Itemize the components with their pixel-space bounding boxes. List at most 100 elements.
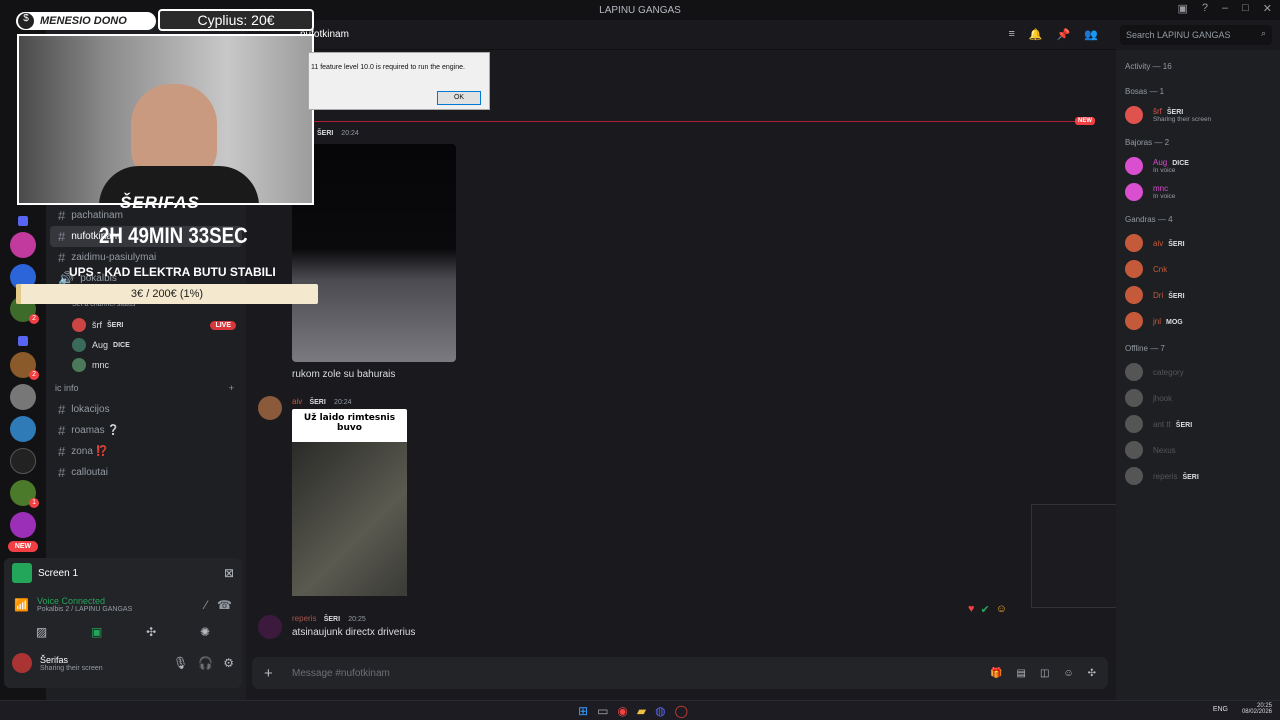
disconnect-icon[interactable]: ☎ [217, 598, 232, 612]
voice-user[interactable]: Aug DICE [46, 335, 246, 355]
member-row[interactable]: Aug DICE In voice [1116, 153, 1276, 179]
channel-header: nufotkinam [246, 20, 1116, 50]
mic-icon[interactable]: 🎙 [173, 656, 188, 670]
check-icon[interactable]: ✔ [981, 603, 990, 616]
settings-gear-icon[interactable]: ⚙ [223, 656, 234, 670]
dialog-ok-button[interactable]: OK [437, 91, 481, 105]
avatar [72, 358, 86, 372]
user-info[interactable]: Šerifas Sharing their screen 🎙 🎧 ⚙ [4, 639, 242, 673]
channel-roamas[interactable]: # roamas ❔ [50, 420, 242, 441]
engine-error-dialog: 11 feature level 10.0 is required to run… [308, 52, 490, 110]
member-name: Nexus [1153, 445, 1176, 455]
noise-suppression-icon[interactable]: ⁄ [205, 598, 207, 612]
explorer-icon[interactable]: ▰ [637, 704, 646, 718]
server-icon[interactable]: 1 [10, 480, 39, 508]
member-status: In voice [1153, 167, 1176, 174]
stop-share-icon[interactable]: ⊠ [224, 566, 234, 580]
activity-header[interactable]: Activity — 16 [1116, 50, 1280, 77]
member-row[interactable]: reperis ŠERI [1116, 463, 1276, 489]
server-icon[interactable] [10, 384, 36, 410]
server-icon[interactable] [10, 448, 36, 474]
member-status: In voice [1153, 193, 1176, 200]
screen-share-row[interactable]: Screen 1 ⊠ [4, 558, 242, 588]
channel-zona[interactable]: # zona ⁉️ [50, 441, 242, 462]
screen-icon [12, 563, 32, 583]
sticker-icon[interactable]: ◫ [1040, 668, 1049, 679]
camera-off-icon[interactable]: ▨ [36, 625, 47, 639]
member-row[interactable]: Cnk [1116, 256, 1276, 282]
help-icon[interactable]: ? [1202, 2, 1208, 15]
category-ic-info[interactable]: ic info + [46, 375, 246, 399]
pin-icon[interactable]: 📌 [1057, 28, 1071, 41]
channel-calloutai[interactable]: # calloutai [50, 462, 242, 483]
members-icon[interactable]: 👥 [1084, 28, 1098, 41]
minimize-icon[interactable]: – [1222, 2, 1228, 15]
activities-icon[interactable]: ✣ [146, 625, 156, 639]
member-group-title: Gandras — 4 [1125, 215, 1173, 224]
avatar [1125, 312, 1143, 330]
member-name: jhook [1153, 393, 1173, 403]
server-icon[interactable] [10, 512, 36, 538]
night-snow-photo[interactable] [292, 144, 456, 362]
discord-icon[interactable]: ◍ [655, 704, 665, 718]
close-icon[interactable]: ✕ [1263, 2, 1272, 15]
avatar [1125, 415, 1143, 433]
member-list: Activity — 16 Bosas — 1 šrf ŠERI Sharing the… [1116, 50, 1280, 700]
folder-icon[interactable] [18, 216, 28, 226]
live-badge: LIVE [210, 320, 236, 330]
meme-photo [292, 442, 407, 596]
goal-title: UPS - KAD ELEKTRA BUTU STABILI [69, 265, 276, 279]
gift-icon[interactable]: 🎁 [990, 668, 1002, 679]
bell-icon[interactable]: 🔔 [1029, 28, 1043, 41]
meme-image[interactable]: Už laido rimtesnis buvo [292, 409, 407, 596]
voice-user[interactable]: mnc [46, 355, 246, 375]
task-view-icon[interactable]: ▭ [597, 704, 608, 718]
chrome-icon[interactable]: ◉ [617, 704, 627, 718]
member-row[interactable]: Dri ŠERI [1116, 282, 1276, 308]
emoji-icon[interactable]: ☺ [1063, 668, 1073, 679]
avatar[interactable] [258, 615, 282, 639]
voice-controls: ▨ ▣ ✣ ✺ [4, 613, 242, 639]
member-row[interactable]: jnl MOG [1116, 308, 1276, 334]
soundboard-icon[interactable]: ✺ [200, 625, 210, 639]
avatar [1125, 260, 1143, 278]
avatar [72, 338, 86, 352]
server-icon[interactable]: 2 [10, 352, 39, 380]
voice-connection: 📶 Voice Connected Pokalbis 2 / LAPINU GA… [14, 596, 232, 613]
voice-user[interactable]: šrf ŠERI LIVE [46, 315, 246, 335]
folder-icon[interactable] [18, 336, 28, 346]
heart-icon[interactable]: ♥ [968, 603, 975, 616]
member-row[interactable]: Nexus [1116, 437, 1276, 463]
maximize-icon[interactable]: □ [1242, 2, 1249, 15]
member-name: Cnk [1153, 264, 1168, 274]
member-row[interactable]: category [1116, 359, 1276, 385]
attach-plus-icon[interactable]: + [264, 665, 273, 682]
member-row[interactable]: aiv ŠERI [1116, 230, 1276, 256]
search-input[interactable]: Search LAPINU GANGAS ⌕ [1120, 25, 1272, 45]
avatar[interactable] [258, 396, 282, 420]
member-row[interactable]: šrf ŠERI Sharing their screen [1116, 102, 1276, 128]
add-channel-icon[interactable]: + [229, 383, 234, 393]
message-input[interactable]: + Message #nufotkinam 🎁 ▤ ◫ ☺ ✣ [252, 657, 1108, 689]
channel-lokacijos[interactable]: # lokacijos [50, 399, 242, 420]
keyboard-language[interactable]: ENG [1213, 706, 1228, 713]
avatar [1125, 106, 1143, 124]
laugh-icon[interactable]: ☺ [996, 603, 1007, 616]
member-row[interactable]: ant tt ŠERI [1116, 411, 1276, 437]
server-icon[interactable] [10, 232, 36, 258]
member-row[interactable]: mnc In voice [1116, 179, 1276, 205]
member-row[interactable]: jhook [1116, 385, 1276, 411]
member-group-title: Bajoras — 2 [1125, 138, 1170, 147]
screen-share-icon[interactable]: ▣ [91, 625, 102, 639]
headphones-icon[interactable]: 🎧 [198, 656, 213, 670]
message-header: reperis ŠERI 20:25 [292, 614, 366, 623]
gif-icon[interactable]: ▤ [1016, 668, 1025, 679]
clock[interactable]: 20:25 08/02/2026 [1242, 703, 1272, 715]
apps-icon[interactable]: ✣ [1088, 668, 1096, 679]
start-icon[interactable]: ⊞ [578, 704, 588, 718]
member-name: šrf [1153, 107, 1162, 116]
threads-icon[interactable]: ≡ [1008, 28, 1014, 41]
opera-icon[interactable]: ◯ [675, 704, 688, 718]
inbox-icon[interactable]: ▣ [1177, 2, 1187, 15]
server-icon[interactable] [10, 416, 36, 442]
